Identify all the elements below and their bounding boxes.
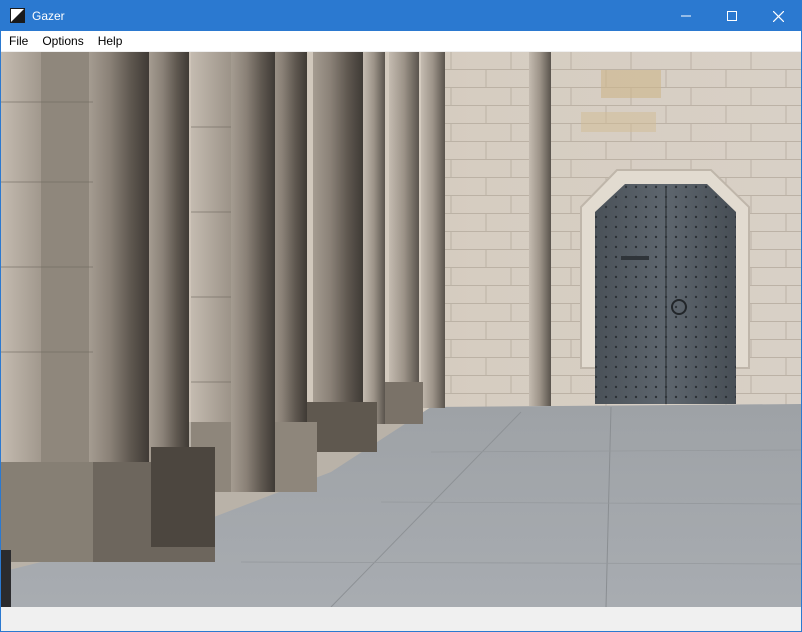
- image-canvas[interactable]: [1, 52, 801, 607]
- title-bar[interactable]: Gazer: [1, 1, 801, 31]
- menu-file[interactable]: File: [1, 31, 35, 51]
- minimize-icon: [681, 15, 691, 17]
- app-icon: [10, 8, 25, 23]
- menu-options[interactable]: Options: [35, 31, 90, 51]
- window-title: Gazer: [32, 9, 65, 23]
- close-icon: [772, 10, 784, 22]
- minimize-button[interactable]: [663, 1, 709, 31]
- menu-help[interactable]: Help: [91, 31, 130, 51]
- maximize-button[interactable]: [709, 1, 755, 31]
- close-button[interactable]: [755, 1, 801, 31]
- menu-bar: File Options Help: [1, 31, 801, 51]
- status-bar: [1, 607, 801, 631]
- maximize-icon: [727, 11, 737, 21]
- app-window: Gazer File Options Help: [0, 0, 802, 632]
- cloister-photo: [1, 52, 801, 607]
